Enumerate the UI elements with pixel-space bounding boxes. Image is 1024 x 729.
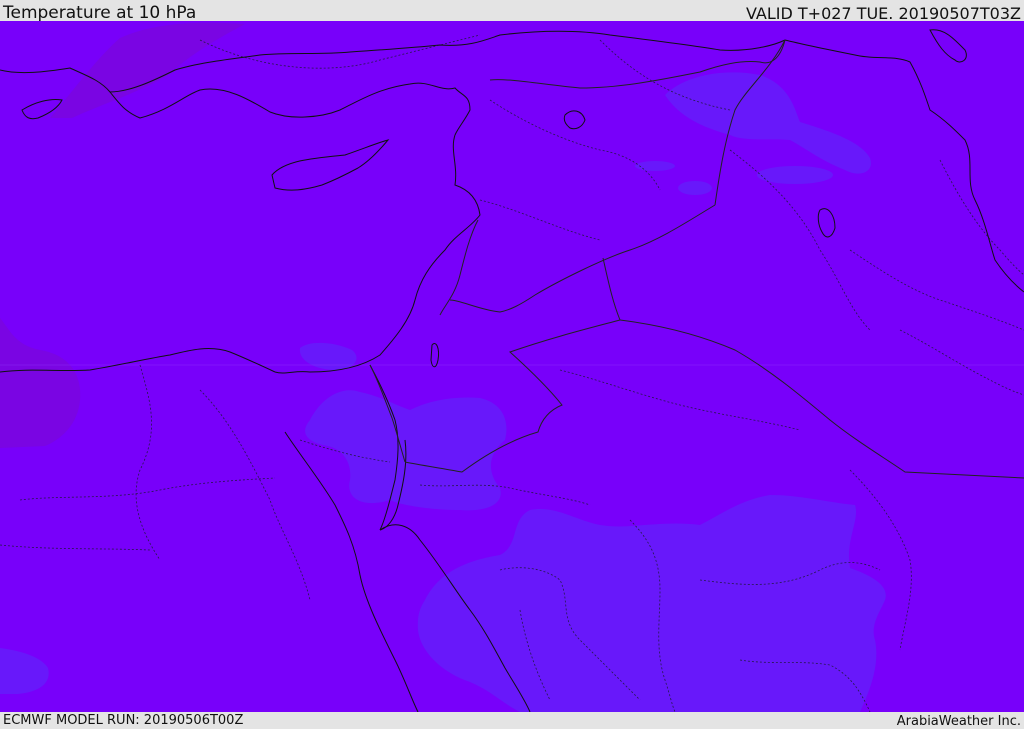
cool-patch-iraq-east [757,166,833,184]
map-canvas[interactable] [0,21,1024,712]
map-viewer: Temperature at 10 hPa VALID T+027 TUE. 2… [0,0,1024,729]
temperature-map-svg [0,21,1024,712]
cool-patch-syria-small [678,181,712,195]
cool-patch-syria-tiny [635,161,675,171]
header-bar: Temperature at 10 hPa VALID T+027 TUE. 2… [0,0,1024,23]
credit-label: ArabiaWeather Inc. [896,714,1021,729]
map-title: Temperature at 10 hPa [3,3,197,23]
footer-bar: ECMWF MODEL RUN: 20190506T00Z ArabiaWeat… [0,712,1024,729]
model-run-label: ECMWF MODEL RUN: 20190506T00Z [3,713,244,728]
